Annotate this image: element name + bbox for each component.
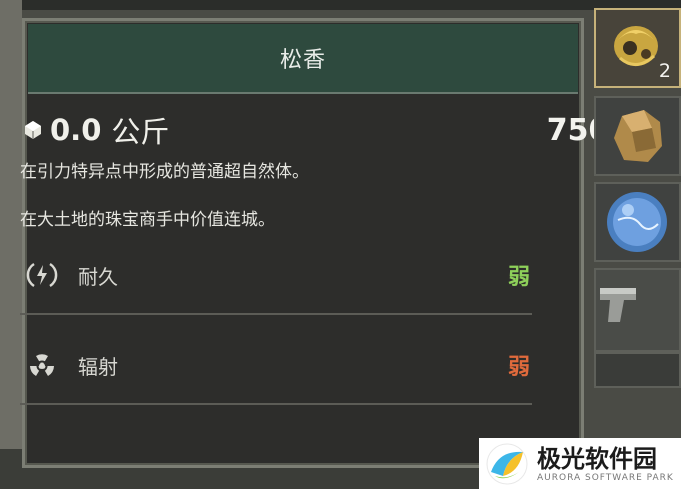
- left-frame: [0, 0, 22, 489]
- weight-row: 0.0 公斤: [22, 110, 169, 150]
- inventory-slot[interactable]: [594, 268, 681, 352]
- item-count: 2: [658, 60, 671, 82]
- stat-row-durability: 耐久 弱: [20, 250, 530, 300]
- watermark-subtitle: AURORA SOFTWARE PARK: [537, 472, 674, 483]
- weight-value: 0.0: [50, 113, 102, 147]
- stat-value-radiation: 弱: [507, 355, 530, 380]
- stat-divider: [20, 313, 532, 315]
- pistol-icon: [600, 288, 636, 322]
- stat-label-radiation: 辐射: [78, 354, 118, 379]
- top-frame: [0, 0, 681, 10]
- stat-divider: [20, 403, 532, 405]
- amber-rock-icon: [614, 110, 662, 162]
- stat-label-durability: 耐久: [78, 264, 118, 289]
- tooltip-header: 松香: [28, 24, 578, 94]
- watermark: 极光软件园 AURORA SOFTWARE PARK: [479, 438, 681, 489]
- stat-row-radiation: 辐射 弱: [20, 340, 530, 390]
- inventory-slot[interactable]: [594, 96, 681, 176]
- durability-icon: [26, 262, 58, 288]
- weight-icon: [25, 121, 41, 139]
- weight-unit: 公斤: [111, 115, 170, 149]
- description-line-1: 在引力特异点中形成的普通超自然体。: [20, 162, 309, 182]
- aurora-logo-icon: [486, 443, 528, 484]
- inventory-slot-empty[interactable]: [594, 352, 681, 388]
- stat-value-durability: 弱: [507, 265, 530, 290]
- item-name: 松香: [279, 48, 326, 73]
- inventory-slot-selected[interactable]: 2: [594, 8, 681, 88]
- watermark-title: 极光软件园: [537, 444, 657, 473]
- inventory-slot[interactable]: [594, 182, 681, 262]
- description-line-2: 在大土地的珠宝商手中价值连城。: [20, 210, 275, 230]
- item-tooltip: 松香: [22, 18, 584, 468]
- radiation-icon: [30, 354, 54, 376]
- blue-orb-icon: [607, 192, 667, 252]
